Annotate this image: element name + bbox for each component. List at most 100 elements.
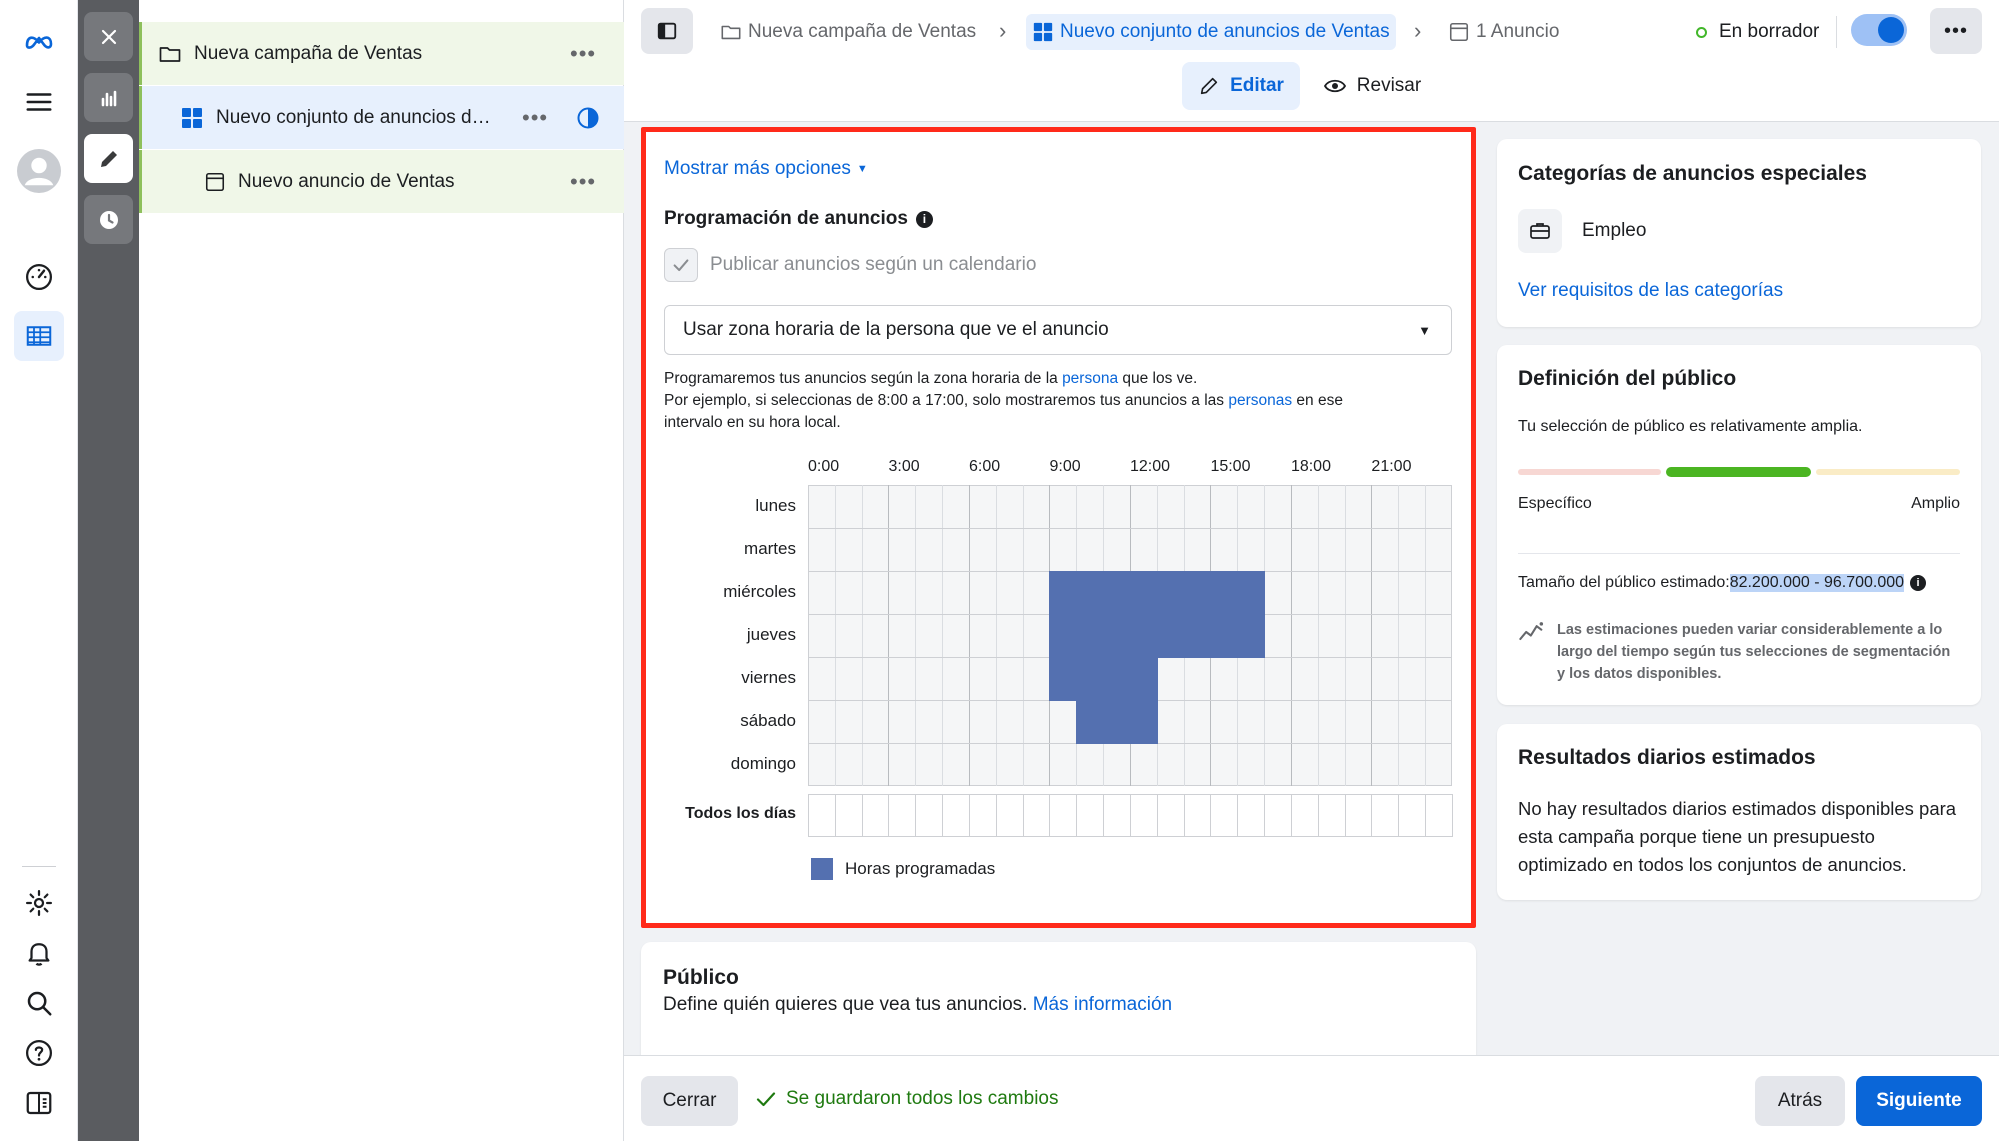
tree-item-campaign[interactable]: Nueva campaña de Ventas ••• bbox=[139, 22, 624, 85]
next-button[interactable]: Siguiente bbox=[1856, 1076, 1982, 1126]
meter-broad-segment bbox=[1816, 469, 1960, 475]
scheduled-hour-cell[interactable] bbox=[1183, 614, 1212, 658]
all-days-hour-cell[interactable] bbox=[1344, 794, 1373, 837]
all-days-hour-cell[interactable] bbox=[1210, 794, 1239, 837]
all-days-hour-cell[interactable] bbox=[1103, 794, 1131, 837]
tree-item-adset[interactable]: Nuevo conjunto de anuncios de Ventas ••• bbox=[139, 86, 624, 149]
all-days-hour-cell[interactable] bbox=[1049, 794, 1078, 837]
audience-size-value: 82.200.000 - 96.700.000 bbox=[1729, 574, 1905, 592]
scheduled-hour-cell[interactable] bbox=[1076, 571, 1105, 615]
all-days-hour-cell[interactable] bbox=[861, 794, 890, 837]
more-icon[interactable]: ••• bbox=[570, 169, 596, 195]
more-icon[interactable]: ••• bbox=[570, 41, 596, 67]
all-days-hour-cell[interactable] bbox=[1129, 794, 1158, 837]
schedule-checkbox-row[interactable]: Publicar anuncios según un calendario bbox=[664, 248, 1036, 282]
status-dot-icon bbox=[1696, 26, 1707, 38]
ad-page-icon bbox=[205, 172, 225, 191]
scheduled-hour-cell[interactable] bbox=[1049, 571, 1078, 615]
more-info-link[interactable]: Más información bbox=[1033, 994, 1172, 1015]
charts-icon[interactable] bbox=[84, 73, 133, 122]
all-days-hour-cell[interactable] bbox=[1290, 794, 1319, 837]
schedule-checkbox-label: Publicar anuncios según un calendario bbox=[710, 254, 1037, 275]
chevron-right-icon: › bbox=[1414, 18, 1422, 43]
scheduled-hour-cell[interactable] bbox=[1049, 657, 1078, 701]
all-days-hour-cell[interactable] bbox=[1317, 794, 1346, 837]
scheduled-hour-cell[interactable] bbox=[1156, 571, 1185, 615]
close-tree-button[interactable] bbox=[84, 12, 133, 61]
history-clock-icon[interactable] bbox=[84, 195, 133, 244]
all-days-hour-cell[interactable] bbox=[1371, 794, 1400, 837]
avatar[interactable] bbox=[14, 146, 64, 196]
scheduled-hour-cell[interactable] bbox=[1049, 614, 1078, 658]
audience-card: Público Define quién quieres que vea tus… bbox=[641, 942, 1476, 1072]
scheduled-hour-cell[interactable] bbox=[1103, 657, 1131, 701]
all-days-hour-cell[interactable] bbox=[995, 794, 1024, 837]
all-days-hour-cell[interactable] bbox=[942, 794, 970, 837]
scheduled-hour-cell[interactable] bbox=[1103, 700, 1131, 744]
scheduled-hour-cell[interactable] bbox=[1076, 657, 1105, 701]
meta-logo-icon[interactable] bbox=[14, 16, 64, 66]
scheduled-hour-cell[interactable] bbox=[1076, 614, 1105, 658]
breadcrumb-adset[interactable]: Nuevo conjunto de anuncios de Ventas bbox=[1026, 14, 1396, 50]
scheduled-hour-cell[interactable] bbox=[1129, 614, 1158, 658]
tab-review-label: Revisar bbox=[1356, 75, 1422, 96]
info-icon[interactable]: i bbox=[915, 210, 933, 228]
tab-edit[interactable]: Editar bbox=[1182, 62, 1300, 110]
scheduled-hour-cell[interactable] bbox=[1076, 700, 1105, 744]
all-days-hour-cell[interactable] bbox=[834, 794, 863, 837]
scheduled-hour-cell[interactable] bbox=[1129, 657, 1158, 701]
menu-icon[interactable] bbox=[14, 77, 64, 127]
all-days-hour-cell[interactable] bbox=[888, 794, 917, 837]
category-requirements-link[interactable]: Ver requisitos de las categorías bbox=[1518, 280, 1783, 302]
all-days-hour-cell[interactable] bbox=[1398, 794, 1427, 837]
show-more-options-link[interactable]: Mostrar más opciones ▼ bbox=[664, 158, 868, 180]
scheduled-hour-cell[interactable] bbox=[1156, 614, 1185, 658]
audience-breadth-meter bbox=[1518, 467, 1960, 477]
all-days-hour-cell[interactable] bbox=[1183, 794, 1212, 837]
scheduled-hour-cell[interactable] bbox=[1210, 614, 1239, 658]
sidebar-toggle-button[interactable] bbox=[641, 8, 693, 54]
settings-icon[interactable] bbox=[14, 878, 64, 928]
all-days-hour-cell[interactable] bbox=[1264, 794, 1292, 837]
timezone-select[interactable]: Usar zona horaria de la persona que ve e… bbox=[664, 305, 1452, 355]
toggle-panel-icon[interactable] bbox=[14, 1078, 64, 1128]
edit-pencil-icon[interactable] bbox=[84, 134, 133, 183]
all-days-hour-cell[interactable] bbox=[808, 794, 836, 837]
tree-item-ad[interactable]: Nuevo anuncio de Ventas ••• bbox=[139, 150, 624, 213]
all-days-hour-cell[interactable] bbox=[1022, 794, 1051, 837]
half-circle-icon[interactable] bbox=[576, 106, 600, 130]
back-button[interactable]: Atrás bbox=[1755, 1076, 1845, 1126]
scheduled-hour-cell[interactable] bbox=[1183, 571, 1212, 615]
scheduled-hour-cell[interactable] bbox=[1210, 571, 1239, 615]
audience-estimate-note: Las estimaciones pueden variar considera… bbox=[1557, 622, 1951, 682]
breadcrumb-ad[interactable]: 1 Anuncio bbox=[1448, 14, 1559, 50]
info-icon[interactable]: i bbox=[1910, 575, 1927, 591]
scheduled-hour-cell[interactable] bbox=[1237, 571, 1266, 615]
hour-label: 3:00 bbox=[888, 458, 920, 475]
scheduled-hour-cell[interactable] bbox=[1103, 571, 1131, 615]
scheduled-hour-cell[interactable] bbox=[1129, 700, 1158, 744]
more-options-button[interactable]: ••• bbox=[1930, 8, 1982, 54]
personas-link[interactable]: personas bbox=[1228, 392, 1292, 409]
all-days-hour-cell[interactable] bbox=[1237, 794, 1266, 837]
scheduled-hour-cell[interactable] bbox=[1103, 614, 1131, 658]
schedule-checkbox[interactable] bbox=[664, 248, 698, 282]
scheduled-hour-cell[interactable] bbox=[1237, 614, 1266, 658]
persona-link[interactable]: persona bbox=[1062, 370, 1118, 387]
all-days-hour-cell[interactable] bbox=[1425, 794, 1453, 837]
all-days-hour-cell[interactable] bbox=[915, 794, 944, 837]
all-days-hour-cell[interactable] bbox=[1156, 794, 1185, 837]
dashboard-icon[interactable] bbox=[14, 252, 64, 302]
tab-review[interactable]: Revisar bbox=[1312, 62, 1432, 110]
close-button[interactable]: Cerrar bbox=[641, 1076, 738, 1126]
all-days-hour-cell[interactable] bbox=[968, 794, 997, 837]
ads-manager-table-icon[interactable] bbox=[14, 311, 64, 361]
scheduled-hour-cell[interactable] bbox=[1129, 571, 1158, 615]
breadcrumb-campaign[interactable]: Nueva campaña de Ventas bbox=[720, 14, 976, 50]
campaign-toggle[interactable] bbox=[1851, 14, 1907, 46]
notifications-icon[interactable] bbox=[14, 928, 64, 978]
help-icon[interactable] bbox=[14, 1028, 64, 1078]
search-icon[interactable] bbox=[14, 978, 64, 1028]
more-icon[interactable]: ••• bbox=[522, 105, 548, 131]
all-days-hour-cell[interactable] bbox=[1076, 794, 1105, 837]
